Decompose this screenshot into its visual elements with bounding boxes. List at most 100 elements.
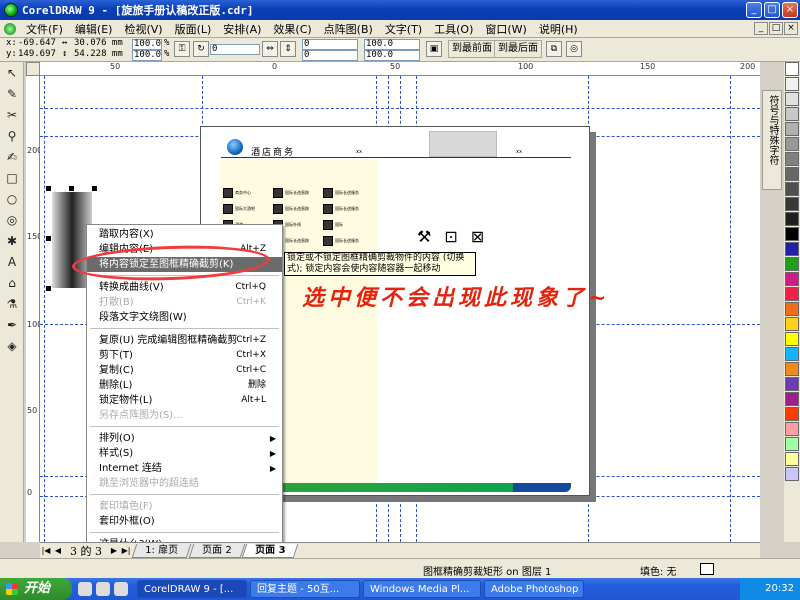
menu-bitmaps[interactable]: 点阵图(B) (318, 21, 379, 37)
freehand-tool-icon[interactable]: ✍ (1, 147, 23, 167)
menu-file[interactable]: 文件(F) (20, 21, 69, 37)
context-menu-item[interactable]: 删除(L) 删除 (87, 378, 282, 393)
fill-swatch[interactable] (700, 563, 714, 575)
task-reply-topic[interactable]: 回复主题 - 50互... (250, 580, 360, 598)
color-swatch[interactable] (785, 167, 799, 181)
color-swatch[interactable] (785, 272, 799, 286)
guideline[interactable] (730, 76, 731, 542)
wrap-offset-b[interactable]: 0 (302, 50, 358, 61)
hotel-logo[interactable] (227, 139, 243, 155)
color-swatch[interactable] (785, 347, 799, 361)
y-position-field[interactable]: 149.697 (18, 49, 56, 59)
menu-view[interactable]: 检视(V) (118, 21, 168, 37)
color-swatch[interactable] (785, 377, 799, 391)
context-menu-item[interactable]: 复原(U) 完成编辑图框精确截剪 Ctrl+Z (87, 333, 282, 348)
color-swatch[interactable] (785, 467, 799, 481)
browser-icon[interactable] (78, 582, 92, 596)
desktop-icon[interactable] (114, 582, 128, 596)
color-swatch[interactable] (785, 182, 799, 196)
knife-tool-icon[interactable]: ✂ (1, 105, 23, 125)
color-swatch[interactable] (785, 362, 799, 376)
first-page-button[interactable]: |◀ (40, 546, 52, 555)
vertical-ruler[interactable]: 200 150 100 50 0 (26, 76, 42, 542)
to-front-icon[interactable]: ▣ (426, 41, 442, 57)
fill-tool-icon[interactable]: ◈ (1, 336, 23, 356)
zoom-tool-icon[interactable]: ⚲ (1, 126, 23, 146)
coreldraw-app-icon[interactable] (4, 3, 18, 17)
grid-cell[interactable]: 国际长途直拨 (273, 201, 323, 216)
color-swatch[interactable] (785, 437, 799, 451)
menu-edit[interactable]: 编辑(E) (69, 21, 119, 37)
task-windows-media[interactable]: Windows Media Pl... (363, 580, 481, 598)
context-menu-item[interactable]: Internet 连结 ▶ (87, 461, 282, 476)
shape-tool-icon[interactable]: ✎ (1, 84, 23, 104)
grid-cell[interactable]: 国际 (323, 217, 373, 232)
maximize-button[interactable]: □ (764, 2, 780, 18)
color-swatch[interactable] (785, 227, 799, 241)
context-menu-item[interactable]: 排列(O) ▶ (87, 431, 282, 446)
gray-header-box[interactable] (429, 131, 497, 157)
color-swatch[interactable] (785, 77, 799, 91)
selection-handle[interactable] (46, 186, 51, 191)
text-tool-icon[interactable]: A (1, 252, 23, 272)
group-icon[interactable]: ⧉ (546, 41, 562, 57)
context-menu-item[interactable]: 复制(C) Ctrl+C (87, 363, 282, 378)
convert-icon[interactable]: ◎ (566, 41, 582, 57)
color-swatch[interactable] (785, 257, 799, 271)
height-field[interactable]: 54.228 mm (74, 49, 123, 59)
rotate-icon[interactable]: ↻ (193, 41, 209, 57)
wrap-offset-d[interactable]: 100.0 (364, 50, 420, 61)
color-swatch[interactable] (785, 317, 799, 331)
doc-restore-button[interactable]: □ (769, 22, 783, 35)
grid-cell[interactable]: 国际大酒吧 (223, 201, 273, 216)
menu-window[interactable]: 窗口(W) (479, 21, 532, 37)
ruler-origin[interactable] (26, 62, 40, 76)
color-swatch[interactable] (785, 122, 799, 136)
ellipse-tool-icon[interactable]: ○ (1, 189, 23, 209)
eyedropper-tool-icon[interactable]: ⚗ (1, 294, 23, 314)
color-swatch[interactable] (785, 62, 799, 76)
menu-layout[interactable]: 版面(L) (169, 21, 218, 37)
wrap-offset-a[interactable]: 0 (302, 39, 358, 50)
menu-arrange[interactable]: 安排(A) (217, 21, 267, 37)
color-swatch[interactable] (785, 287, 799, 301)
next-page-button[interactable]: ▶ (108, 546, 120, 555)
context-menu-item[interactable]: 转换成曲线(V) Ctrl+Q (87, 280, 282, 295)
color-swatch[interactable] (785, 212, 799, 226)
color-swatch[interactable] (785, 92, 799, 106)
page-tab-2[interactable]: 页面 2 (188, 543, 245, 558)
page-tab-1[interactable]: 1: 扉页 (131, 543, 192, 558)
selection-handle[interactable] (69, 186, 74, 191)
color-swatch[interactable] (785, 242, 799, 256)
x-position-field[interactable]: -69.647 (18, 38, 56, 48)
scale-y-field[interactable]: 100.0 (132, 50, 162, 61)
color-swatch[interactable] (785, 452, 799, 466)
close-button[interactable]: × (782, 2, 798, 18)
last-page-button[interactable]: ▶| (120, 546, 132, 555)
mirror-v-icon[interactable]: ⇕ (280, 41, 296, 57)
document-icon[interactable] (4, 22, 16, 35)
system-tray-clock[interactable]: 20:32 (740, 578, 800, 600)
grid-cell[interactable]: 商务中心 (223, 185, 273, 200)
doc-close-button[interactable]: × (784, 22, 798, 35)
menu-text[interactable]: 文字(T) (379, 21, 428, 37)
to-back-button[interactable]: 到最后面 (494, 40, 542, 58)
color-swatch[interactable] (785, 407, 799, 421)
lock-ratio-icon[interactable]: ⚿ (174, 41, 190, 57)
color-swatch[interactable] (785, 302, 799, 316)
scale-x-field[interactable]: 100.0 (132, 39, 162, 50)
task-photoshop[interactable]: Adobe Photoshop (484, 580, 584, 598)
rectangle-tool-icon[interactable]: □ (1, 168, 23, 188)
window-titlebar[interactable]: CorelDRAW 9 - [旋旅手册认稿改正版.cdr] _ □ × (0, 0, 800, 20)
service-icons[interactable]: ⚒ ⊡ ⊠ (417, 227, 488, 246)
grid-cell[interactable]: 国际长途服务 (323, 233, 373, 248)
selection-handle[interactable] (46, 286, 51, 291)
selection-handle[interactable] (46, 236, 51, 241)
start-button[interactable]: 开始 (0, 578, 72, 600)
grid-cell[interactable]: 国际长途服务 (323, 185, 373, 200)
page-footer-bar[interactable] (281, 483, 571, 492)
minimize-button[interactable]: _ (746, 2, 762, 18)
context-menu-item[interactable]: 踏取内容(X) (87, 227, 282, 242)
context-menu-item[interactable]: 段落文字文绕图(W) (87, 310, 282, 325)
angle-field[interactable]: 0 (210, 44, 260, 55)
